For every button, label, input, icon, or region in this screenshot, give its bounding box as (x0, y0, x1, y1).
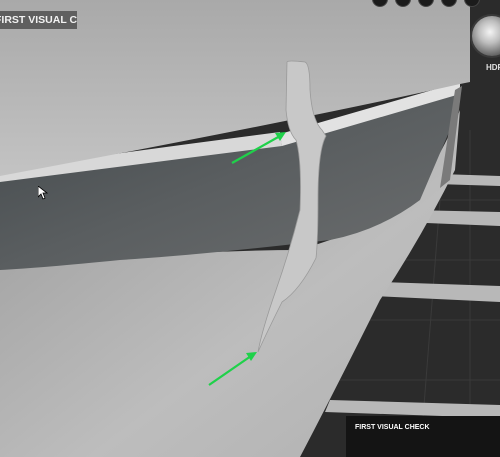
hdr-sphere-icon (472, 16, 500, 56)
panel-title: FIRST VISUAL CHECK (355, 424, 430, 431)
hdr-label: HDR (486, 63, 500, 72)
bottom-info-panel: FIRST VISUAL CHECK (346, 416, 500, 457)
hull-render (0, 0, 500, 457)
hdr-button[interactable]: HDR (472, 16, 500, 76)
mouse-cursor-icon (38, 186, 48, 200)
3d-viewport[interactable]: FIRST VISUAL CHECK HDR FIRST VISUAL CHEC… (0, 0, 500, 457)
mode-label: FIRST VISUAL CHECK (0, 11, 77, 29)
